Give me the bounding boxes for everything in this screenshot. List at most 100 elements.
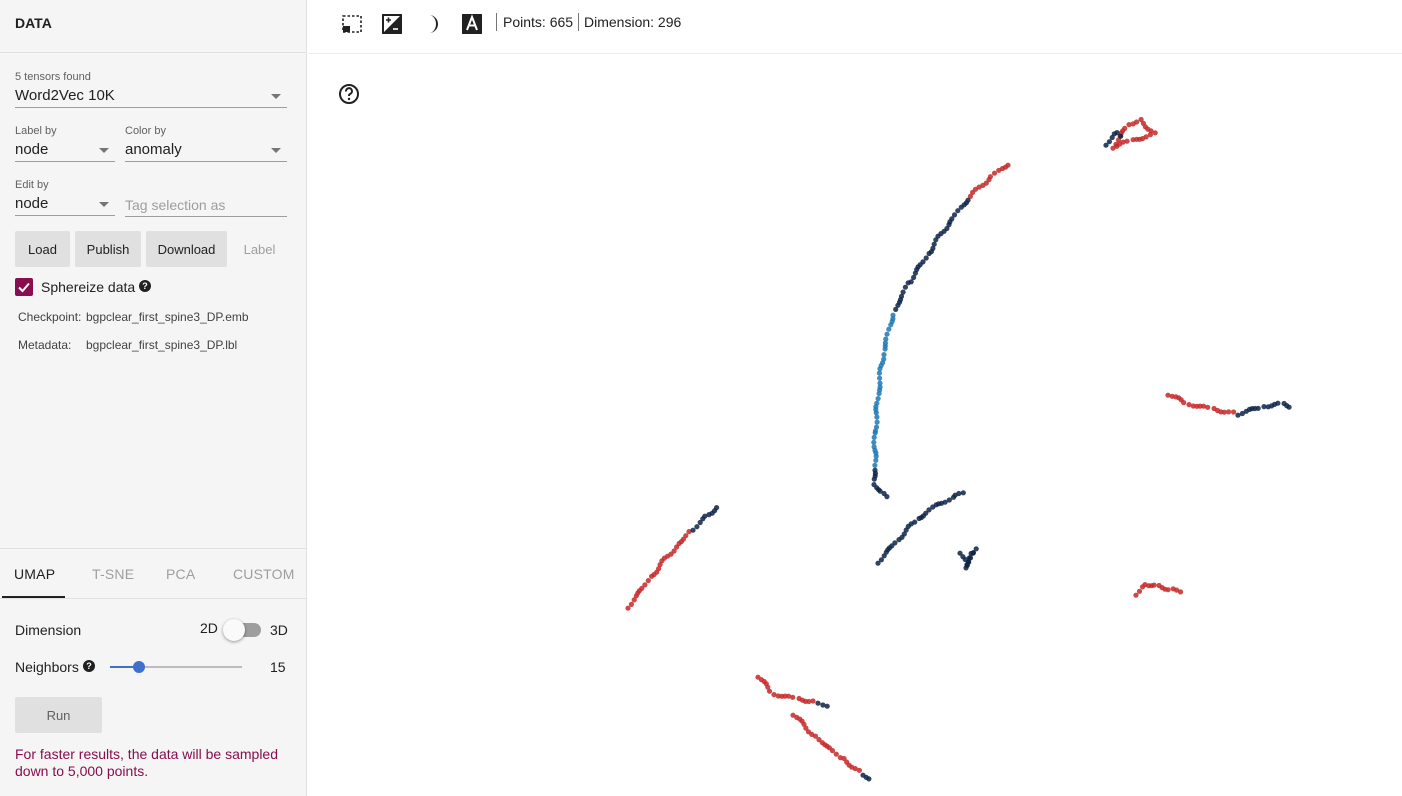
data-point[interactable]: [902, 284, 909, 290]
data-point[interactable]: [1181, 400, 1187, 406]
data-point[interactable]: [1136, 588, 1143, 594]
data-point[interactable]: [874, 414, 880, 420]
edit-by-select[interactable]: node: [15, 194, 115, 216]
data-point[interactable]: [871, 439, 877, 445]
data-point[interactable]: [886, 326, 892, 332]
select-rectangle-icon[interactable]: [340, 12, 364, 36]
help-icon[interactable]: ?: [139, 280, 151, 292]
data-point[interactable]: [645, 578, 651, 584]
sphereize-label: Sphereize data: [41, 279, 136, 295]
data-point[interactable]: [875, 396, 881, 402]
data-point[interactable]: [1205, 404, 1211, 410]
data-point[interactable]: [912, 519, 918, 525]
moon-icon[interactable]: [420, 12, 444, 36]
data-point[interactable]: [881, 352, 887, 358]
data-point[interactable]: [1130, 137, 1136, 143]
color-by-select[interactable]: anomaly: [125, 140, 287, 162]
tensor-select-value: Word2Vec 10K: [15, 87, 115, 104]
neighbors-value: 15: [270, 659, 286, 675]
tensor-select[interactable]: Word2Vec 10K: [15, 86, 287, 108]
data-point[interactable]: [810, 698, 816, 704]
data-point[interactable]: [824, 703, 830, 709]
label-by-value: node: [15, 141, 49, 158]
data-point[interactable]: [960, 490, 966, 496]
data-point[interactable]: [884, 494, 890, 500]
data-point[interactable]: [882, 346, 888, 352]
data-point[interactable]: [876, 390, 882, 397]
data-point[interactable]: [1226, 409, 1232, 415]
data-point[interactable]: [790, 694, 796, 700]
data-point[interactable]: [1231, 409, 1237, 415]
tab-tsne[interactable]: T-SNE: [92, 566, 134, 582]
data-point[interactable]: [1114, 143, 1120, 149]
data-point[interactable]: [955, 208, 961, 214]
scatter-plot[interactable]: [308, 54, 1402, 796]
data-point[interactable]: [877, 375, 883, 381]
data-point[interactable]: [766, 688, 773, 694]
data-point[interactable]: [1122, 125, 1128, 131]
data-point[interactable]: [970, 550, 976, 556]
chevron-down-icon: [271, 94, 281, 99]
label-text-icon[interactable]: [460, 12, 484, 36]
data-point[interactable]: [833, 751, 839, 757]
label-by-select[interactable]: node: [15, 140, 115, 162]
label-by-label: Label by: [15, 125, 57, 137]
data-point[interactable]: [714, 505, 720, 511]
data-point[interactable]: [642, 582, 648, 588]
tab-umap[interactable]: UMAP: [14, 566, 55, 582]
tag-selection-input[interactable]: [125, 194, 287, 217]
data-point[interactable]: [973, 546, 979, 552]
dimension-2d-label: 2D: [200, 620, 218, 636]
data-point[interactable]: [683, 533, 689, 539]
data-point[interactable]: [963, 565, 969, 571]
data-point[interactable]: [926, 250, 932, 257]
dimension-toggle-knob[interactable]: [223, 619, 245, 641]
data-point[interactable]: [873, 457, 879, 463]
sphereize-checkbox[interactable]: [15, 278, 33, 296]
data-point[interactable]: [694, 524, 700, 530]
publish-button[interactable]: Publish: [75, 231, 141, 267]
data-point[interactable]: [1165, 587, 1171, 593]
data-point[interactable]: [1118, 133, 1124, 139]
data-point[interactable]: [893, 306, 899, 312]
data-point[interactable]: [872, 430, 878, 436]
metadata-value: bgpclear_first_spine3_DP.lbl: [86, 338, 238, 352]
data-point[interactable]: [996, 167, 1002, 173]
data-point[interactable]: [991, 170, 998, 176]
label-button[interactable]: Label: [232, 231, 287, 267]
neighbors-slider-handle[interactable]: [133, 661, 146, 673]
data-point[interactable]: [871, 434, 877, 440]
data-point[interactable]: [815, 700, 821, 706]
data-point[interactable]: [1133, 592, 1139, 598]
data-point[interactable]: [874, 419, 880, 425]
data-point[interactable]: [829, 748, 836, 754]
data-point[interactable]: [1134, 119, 1140, 125]
data-point[interactable]: [892, 540, 898, 546]
data-point[interactable]: [628, 601, 634, 608]
projection-canvas[interactable]: [308, 54, 1402, 796]
download-button[interactable]: Download: [146, 231, 227, 267]
data-point[interactable]: [856, 767, 863, 773]
data-point[interactable]: [876, 370, 883, 376]
color-by-value: anomaly: [125, 141, 182, 158]
checkpoint-key: Checkpoint:: [18, 310, 82, 324]
tab-custom[interactable]: CUSTOM: [233, 566, 295, 582]
data-point[interactable]: [905, 280, 911, 286]
data-point[interactable]: [1275, 400, 1281, 406]
data-point[interactable]: [884, 331, 890, 337]
data-point[interactable]: [872, 462, 878, 468]
data-point[interactable]: [1255, 405, 1261, 411]
data-point[interactable]: [956, 490, 962, 497]
data-point[interactable]: [690, 527, 696, 533]
data-point[interactable]: [1151, 582, 1157, 588]
data-point[interactable]: [1286, 404, 1292, 410]
data-point[interactable]: [1152, 130, 1158, 136]
help-icon[interactable]: ?: [83, 660, 95, 672]
data-point[interactable]: [866, 776, 872, 782]
run-button[interactable]: Run: [15, 697, 102, 733]
data-point[interactable]: [871, 476, 877, 482]
tab-pca[interactable]: PCA: [166, 566, 195, 582]
data-point[interactable]: [1177, 589, 1184, 595]
load-button[interactable]: Load: [15, 231, 70, 267]
night-mode-icon[interactable]: [380, 12, 404, 36]
